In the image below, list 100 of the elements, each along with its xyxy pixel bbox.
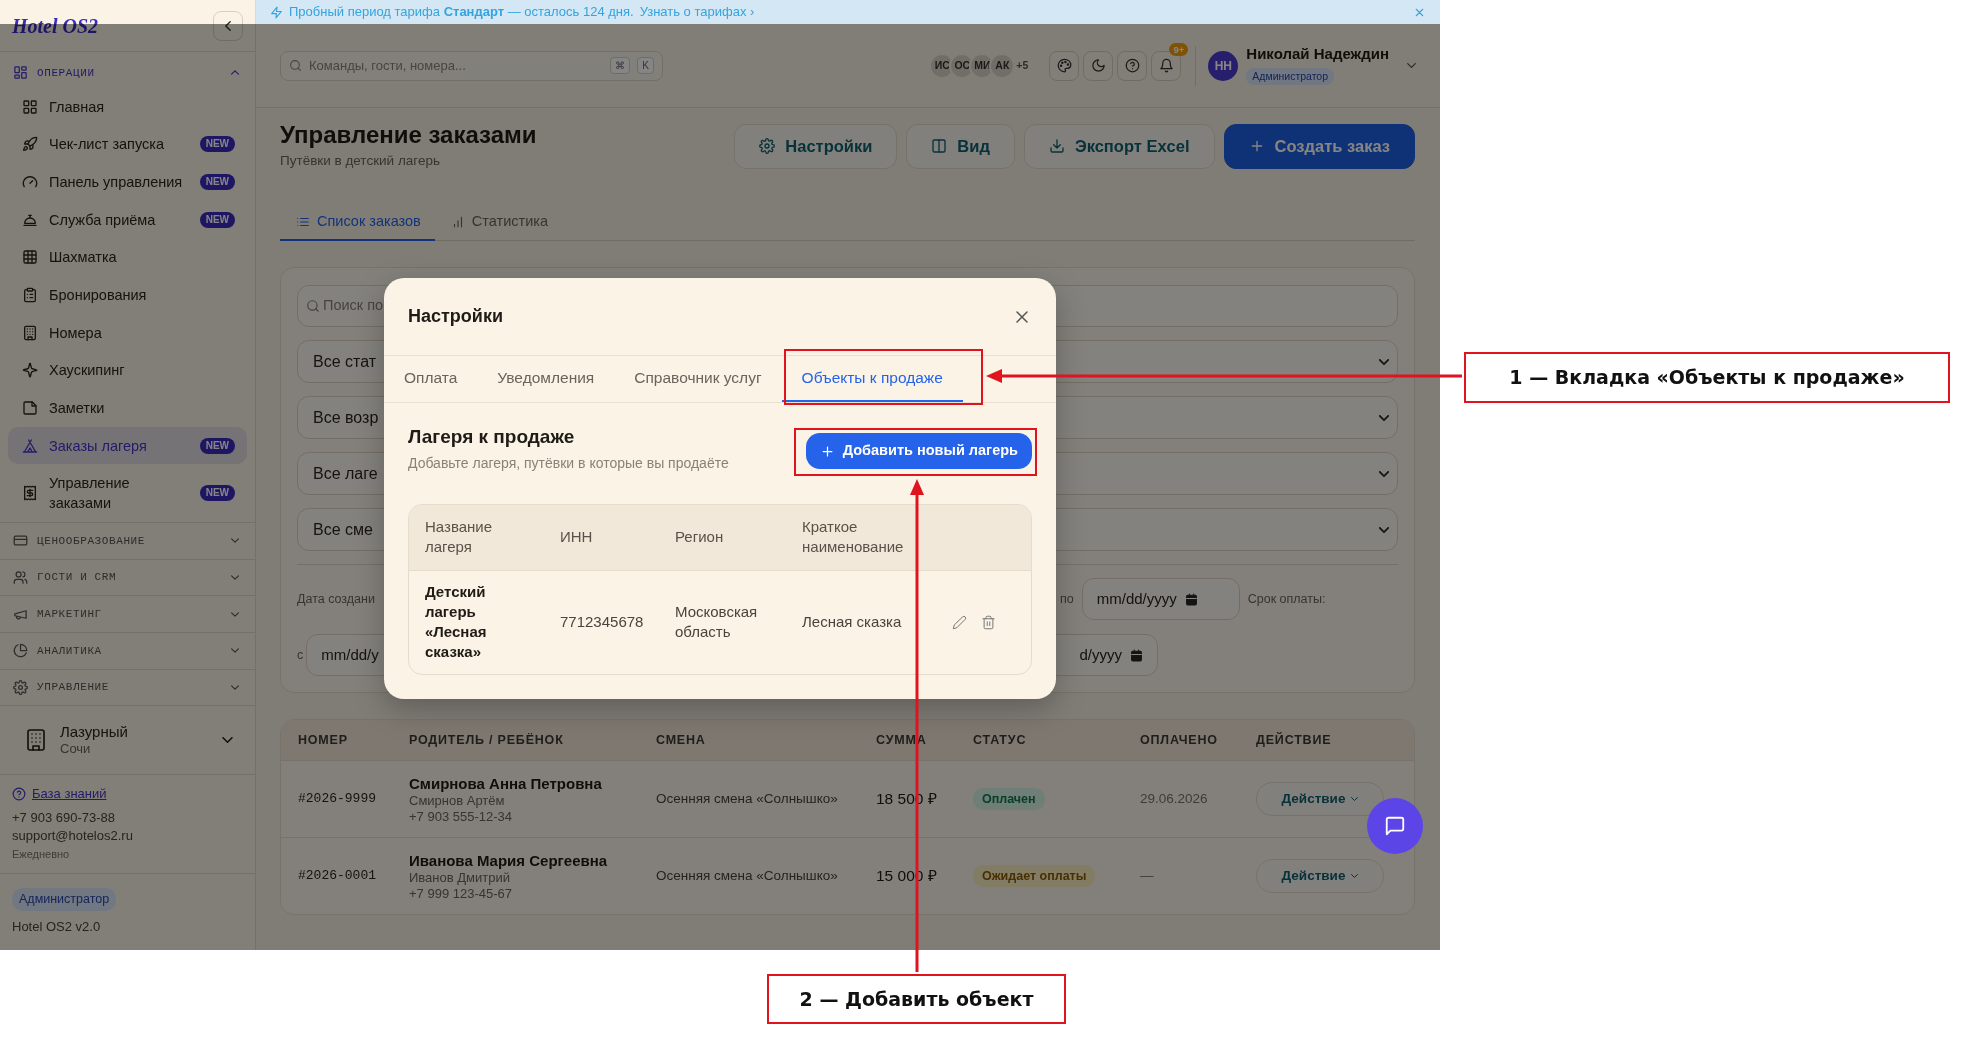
sidebar-item[interactable]: Хаускипинг [8,351,247,390]
action-dropdown-button[interactable]: Действие [1256,782,1384,816]
delete-button[interactable] [981,614,996,630]
section-title: Лагеря к продаже [408,425,576,449]
chevron-down-icon [1351,797,1359,801]
role-badge: Администратор [12,887,117,911]
sidebar-item[interactable]: Панель управления NEW [8,163,247,201]
parent-name: Иванова Мария Сергеевна [409,850,609,870]
tariffs-link[interactable]: Узнать о тарифах › [639,2,755,22]
grid-icon [22,98,38,115]
calendar-icon [1184,592,1198,606]
sparkle-icon [22,362,38,379]
tab[interactable]: Объекты к продаже [781,356,963,402]
section-header[interactable]: УПРАВЛЕНИЕ [0,668,255,706]
sidebar-item[interactable]: Чек-лист запуска NEW [8,125,247,164]
paid-date: — [1140,866,1155,885]
sidebar-item[interactable]: Шахматка [8,238,247,277]
email-text: support@hotelos2.ru [12,826,134,845]
action-button[interactable]: Настройки [734,123,898,169]
help-icon [12,786,26,801]
gauge-icon [22,173,38,190]
filter-label: Срок оплаты: [1247,590,1326,608]
tab[interactable]: Оплата [384,356,478,402]
settings-icon [759,138,776,154]
shortcut-key: ⌘ [610,57,631,74]
notification-badge: 9+ [1169,42,1189,56]
action-button[interactable]: Создать заказ [1223,123,1415,169]
column-header: ИНН [544,505,659,570]
dialog-title: Настройки [408,305,503,328]
sidebar-item[interactable]: Номера [8,313,247,352]
section-header[interactable]: ЦЕНООБРАЗОВАНИЕ [0,521,255,559]
tab[interactable]: Статистика [434,205,562,241]
chevron-down-icon [1379,358,1389,365]
table-cell: Московская область [659,570,786,674]
filter-label: Дата создани [297,590,375,608]
add-camp-button[interactable]: Добавить новый лагерь [805,433,1032,469]
users-icon [13,570,28,585]
filter-label: по [1060,590,1074,608]
hours-text: Ежедневно [12,846,71,862]
plus-icon [819,443,835,459]
sidebar-item[interactable]: Главная [8,87,247,126]
action-dropdown-button[interactable]: Действие [1256,859,1384,893]
moon-icon [1090,58,1106,73]
new-badge: NEW [199,485,235,502]
tab[interactable]: Уведомления [477,356,615,402]
parent-name: Смирнова Анна Петровна [409,773,603,793]
pencil-icon [952,614,967,630]
command-search-field[interactable]: Команды, гости, номера... ⌘ K [280,50,663,81]
new-badge: NEW [199,437,235,454]
section-header[interactable]: МАРКЕТИНГ [0,595,255,632]
credit-card-icon [13,533,28,549]
status-badge: Оплачен [973,787,1045,811]
help-icon [1124,58,1140,73]
column-header: РОДИТЕЛЬ / РЕБЁНОК [409,731,565,749]
toolbar-button[interactable] [1117,50,1148,81]
collapse-button[interactable] [213,10,243,41]
column-header: СМЕНА [656,731,707,749]
order-number: #2026-9999 [297,790,377,809]
chevron-down-icon [1351,874,1359,878]
status-badge: Ожидает оплаты [973,864,1096,888]
tab[interactable]: Справочник услуг [614,356,782,402]
section-header[interactable]: ОПЕРАЦИИ [0,58,255,88]
knowledge-base-link[interactable]: База знаний [12,784,107,803]
dashboard-icon [13,65,28,81]
calendar-icon [1130,648,1143,662]
edit-button[interactable] [952,614,967,630]
building-icon [22,324,38,341]
sidebar-item[interactable]: Служба приёма NEW [8,200,247,239]
chevron-down-icon [1379,470,1389,477]
toolbar-button[interactable] [1083,50,1114,81]
tab[interactable]: Список заказов [280,205,435,241]
user-avatar: АК [989,52,1016,79]
sidebar-item[interactable]: Управление заказами NEW [8,464,247,522]
order-number: #2026-0001 [297,867,377,886]
sidebar-item[interactable]: Бронирования [8,276,247,314]
section-header[interactable]: ГОСТИ И CRM [0,558,255,596]
search-icon [289,59,302,72]
column-header: ОПЛАЧЕНО [1140,731,1219,749]
annotation-label: 1 — Вкладка «Объекты к продаже» [1464,352,1950,403]
chevron-down-icon [222,737,233,744]
filter-label: с [297,646,304,664]
search-icon [306,299,320,313]
sidebar-item[interactable]: Заметки [8,389,247,427]
tent-icon [22,437,38,454]
banner-text: Пробный период тарифа Стандарт — осталось 124 дня. [289,3,634,22]
action-button[interactable]: Экспорт Excel [1023,123,1215,169]
column-header: Регион [659,505,786,570]
section-header[interactable]: АНАЛИТИКА [0,632,255,669]
column-header: СТАТУС [973,731,1028,749]
toolbar-button[interactable] [1049,50,1080,81]
chevron-down-icon[interactable] [1407,63,1416,68]
date-field[interactable]: mm/dd/yyyy [1081,578,1240,620]
annotation-label: 2 — Добавить объект [767,974,1066,1024]
chevron-left-icon [225,20,231,31]
action-button[interactable]: Вид [906,123,1015,169]
page-title: Управление заказами [280,120,537,149]
role-badge: Администратор [1246,67,1335,86]
chat-icon [1384,815,1406,837]
note-icon [22,399,38,416]
table-cell: Детский лагерь «Лесная сказка» [409,570,544,674]
